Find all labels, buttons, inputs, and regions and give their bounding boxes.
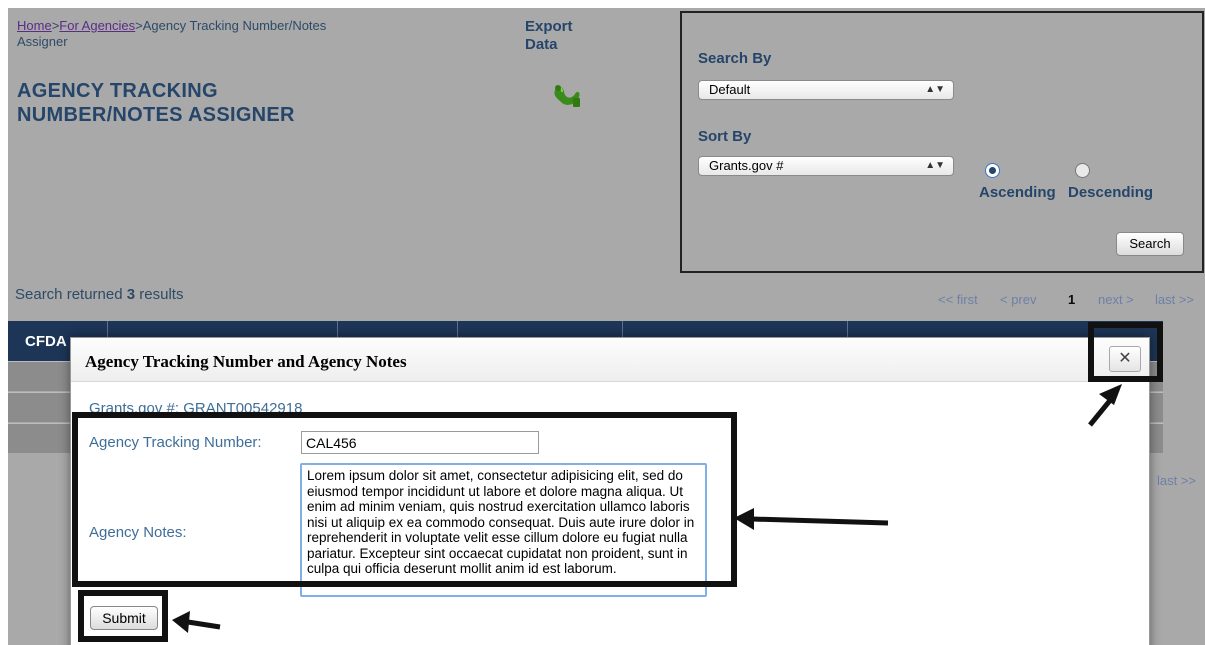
page: Home>For Agencies>Agency Tracking Number…: [0, 0, 1205, 645]
arrow-icon: [1088, 384, 1122, 427]
annotation-arrows: [172, 384, 1122, 633]
arrow-icon: [734, 508, 889, 530]
arrow-icon: [172, 611, 221, 633]
